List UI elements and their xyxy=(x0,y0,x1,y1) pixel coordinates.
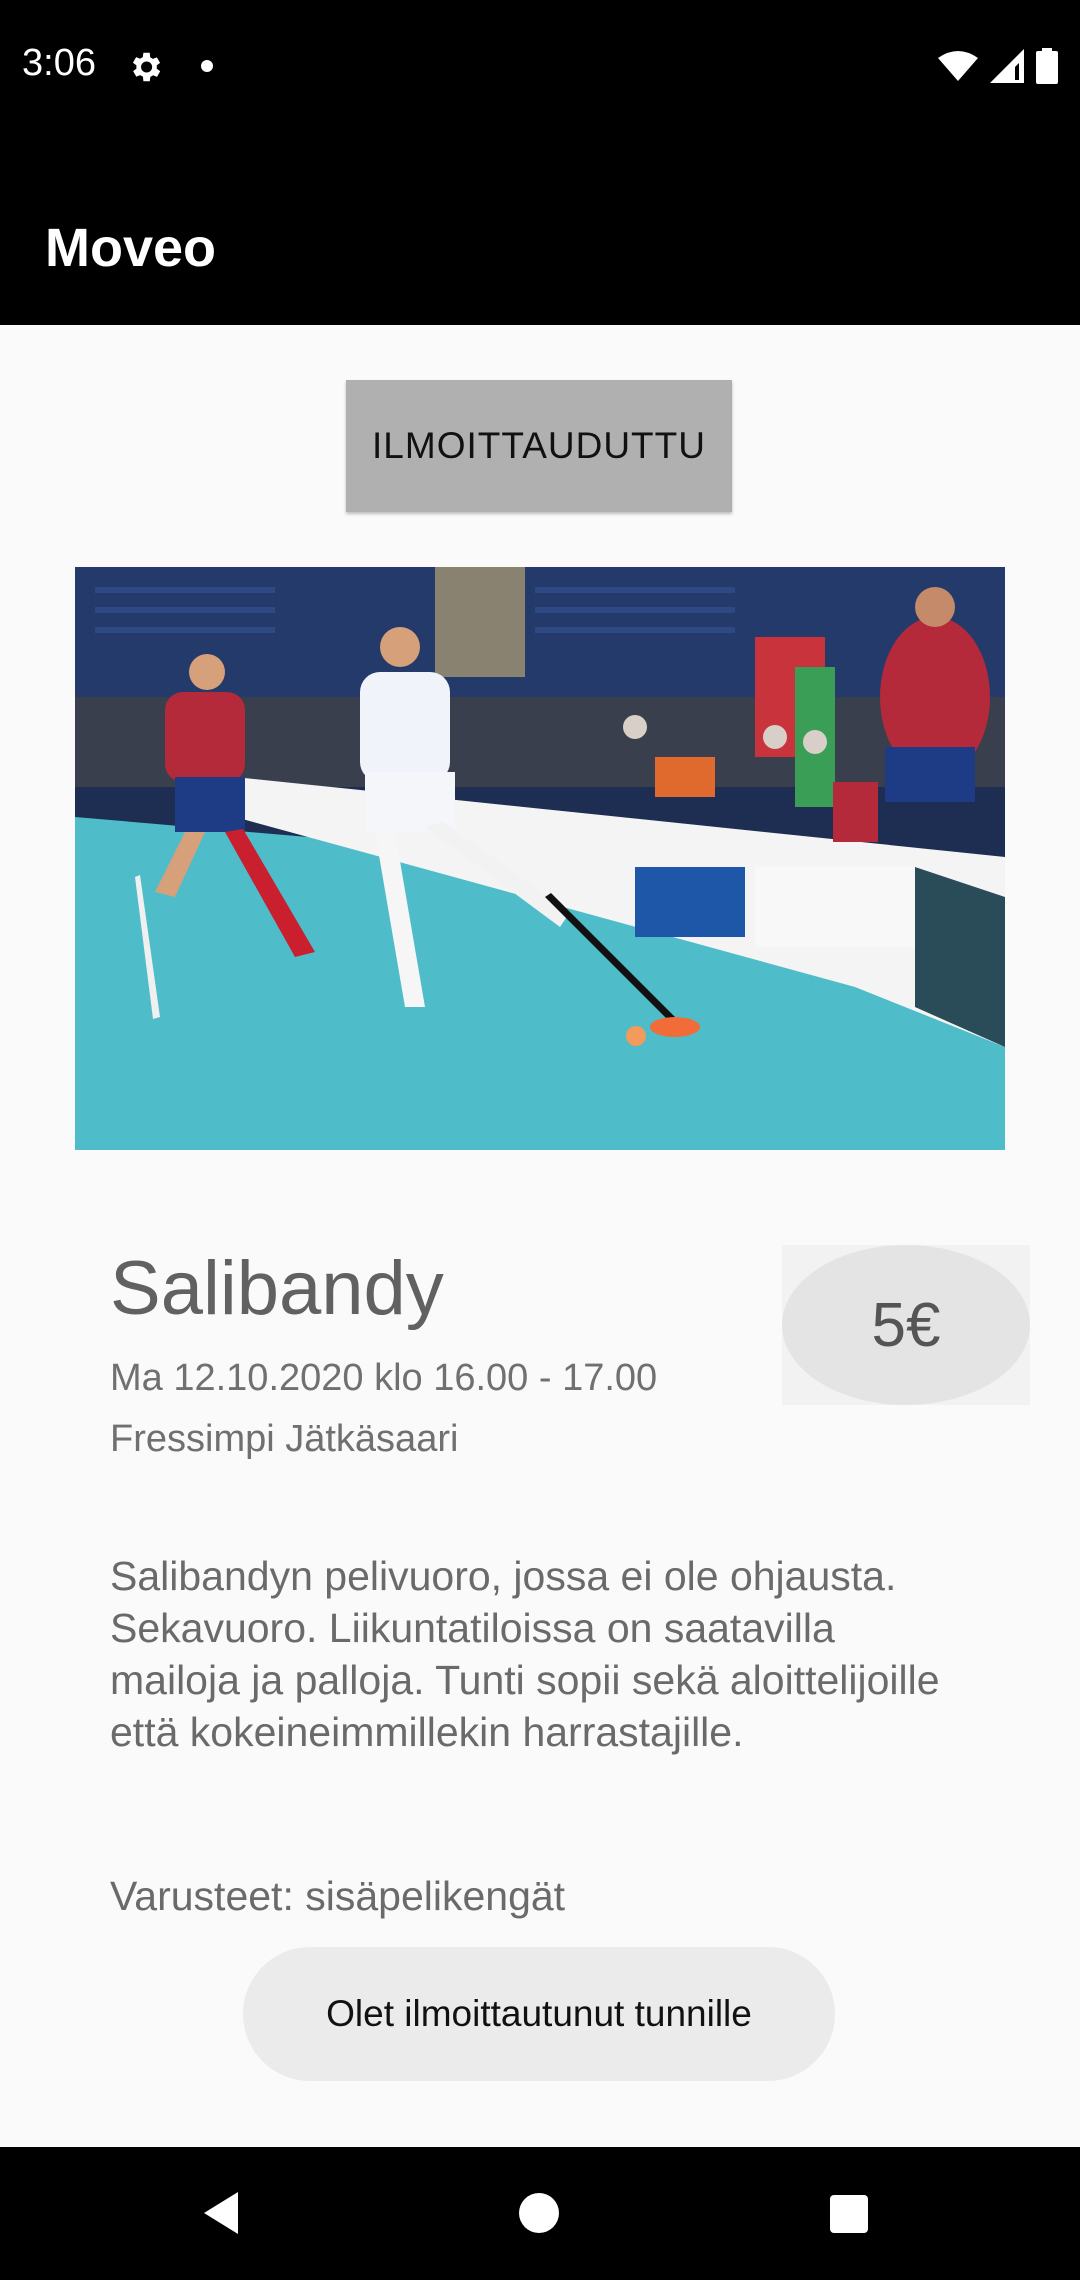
price-badge: 5€ xyxy=(782,1245,1030,1405)
status-indicators xyxy=(938,48,1058,84)
notification-dot-icon xyxy=(201,60,213,72)
event-title: Salibandy xyxy=(110,1246,444,1331)
floorball-photo xyxy=(75,567,1005,1150)
status-time: 3:06 xyxy=(22,42,96,84)
event-datetime: Ma 12.10.2020 klo 16.00 - 17.00 xyxy=(110,1357,658,1399)
event-equipment: Varusteet: sisäpelikengät xyxy=(110,1873,566,1919)
event-detail: ILMOITTAUDUTTU Salibandy Ma 12.10.2020 k… xyxy=(0,325,1080,2147)
event-description: Salibandyn pelivuoro, jossa ei ole ohjau… xyxy=(110,1553,940,1755)
event-price: 5€ xyxy=(782,1245,1030,1405)
gear-icon xyxy=(132,52,161,82)
recents-icon[interactable] xyxy=(830,2195,868,2233)
event-image xyxy=(75,567,1005,1150)
signal-icon xyxy=(990,49,1024,83)
status-bar: 3:06 xyxy=(0,0,1080,135)
home-icon[interactable] xyxy=(519,2193,559,2233)
back-icon[interactable] xyxy=(202,2190,242,2236)
navigation-bar xyxy=(0,2147,1080,2280)
battery-icon xyxy=(1036,48,1058,84)
app-title: Moveo xyxy=(45,218,217,278)
app-bar: Moveo xyxy=(0,135,1080,325)
event-location: Fressimpi Jätkäsaari xyxy=(110,1418,459,1460)
wifi-icon xyxy=(938,51,978,81)
signup-button[interactable]: ILMOITTAUDUTTU xyxy=(346,380,732,512)
toast-message: Olet ilmoittautunut tunnille xyxy=(243,1947,835,2081)
